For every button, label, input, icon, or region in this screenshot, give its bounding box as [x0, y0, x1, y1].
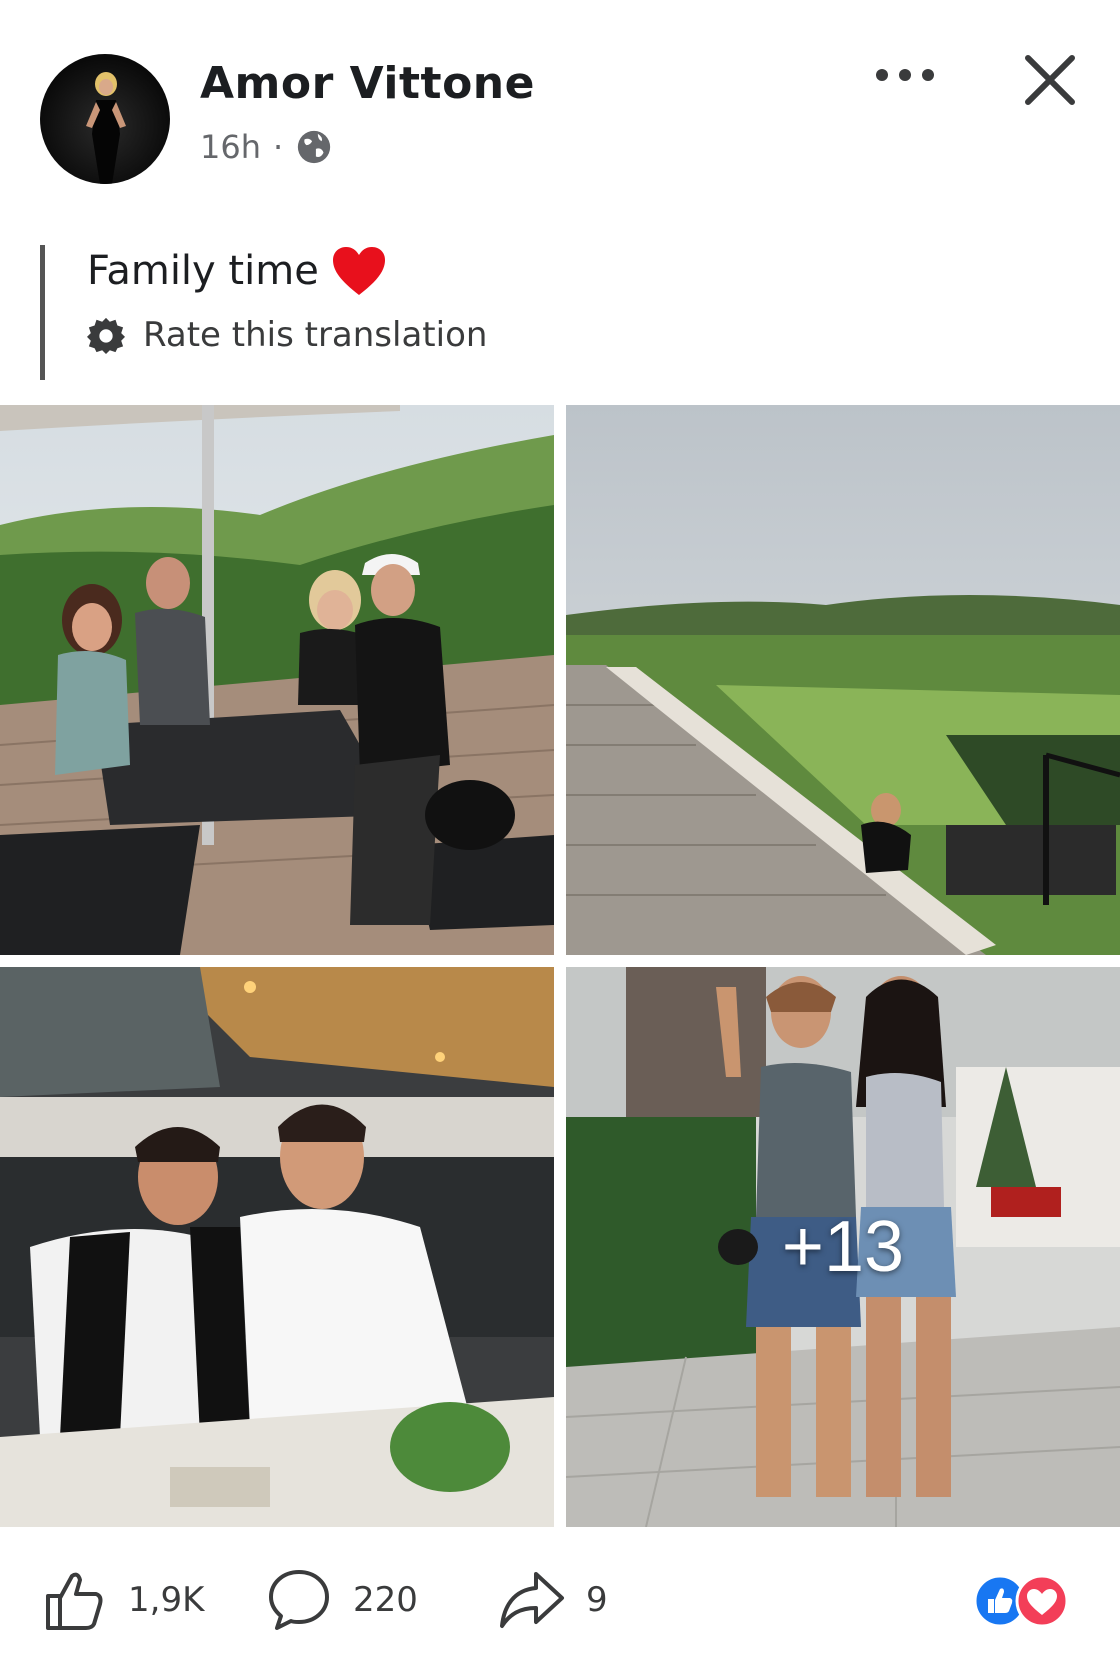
photo-two-young-men[interactable]	[0, 967, 554, 1527]
caption-text: Family time	[87, 248, 319, 294]
rate-translation-link[interactable]: Rate this translation	[87, 315, 487, 355]
more-photos-count[interactable]: +13	[566, 967, 1120, 1527]
author-name[interactable]: Amor Vittone	[200, 58, 535, 109]
close-icon[interactable]	[1020, 50, 1080, 110]
avatar[interactable]	[40, 54, 170, 184]
caption-block: Family time Rate this translation	[40, 245, 745, 380]
post-caption: Family time	[87, 245, 387, 297]
heart-icon	[332, 247, 385, 295]
comment-button[interactable]: 220	[265, 1560, 418, 1640]
post-time[interactable]: 16h	[200, 128, 261, 166]
globe-icon	[298, 130, 331, 164]
comment-count: 220	[353, 1580, 418, 1620]
photo-boardwalk[interactable]	[566, 405, 1120, 955]
post-actions-bar: 1,9K 220 9	[0, 1560, 1120, 1640]
post-meta: 16h ·	[200, 128, 333, 166]
rate-translation-label: Rate this translation	[143, 315, 488, 355]
comment-icon	[269, 1570, 329, 1630]
like-icon	[46, 1572, 103, 1630]
love-reaction-icon	[1015, 1574, 1069, 1628]
more-icon[interactable]	[870, 60, 940, 90]
share-count: 9	[586, 1580, 608, 1620]
photo-family-table[interactable]	[0, 405, 554, 955]
reactions-summary[interactable]	[972, 1573, 1092, 1629]
photo-mother-daughter[interactable]: +13	[566, 967, 1120, 1527]
post-header: Amor Vittone 16h ·	[0, 0, 1120, 220]
share-icon	[500, 1572, 564, 1628]
like-button[interactable]: 1,9K	[40, 1560, 204, 1640]
like-count: 1,9K	[128, 1580, 205, 1620]
share-button[interactable]: 9	[498, 1560, 608, 1640]
meta-separator: ·	[273, 128, 284, 166]
gear-icon	[87, 317, 125, 354]
